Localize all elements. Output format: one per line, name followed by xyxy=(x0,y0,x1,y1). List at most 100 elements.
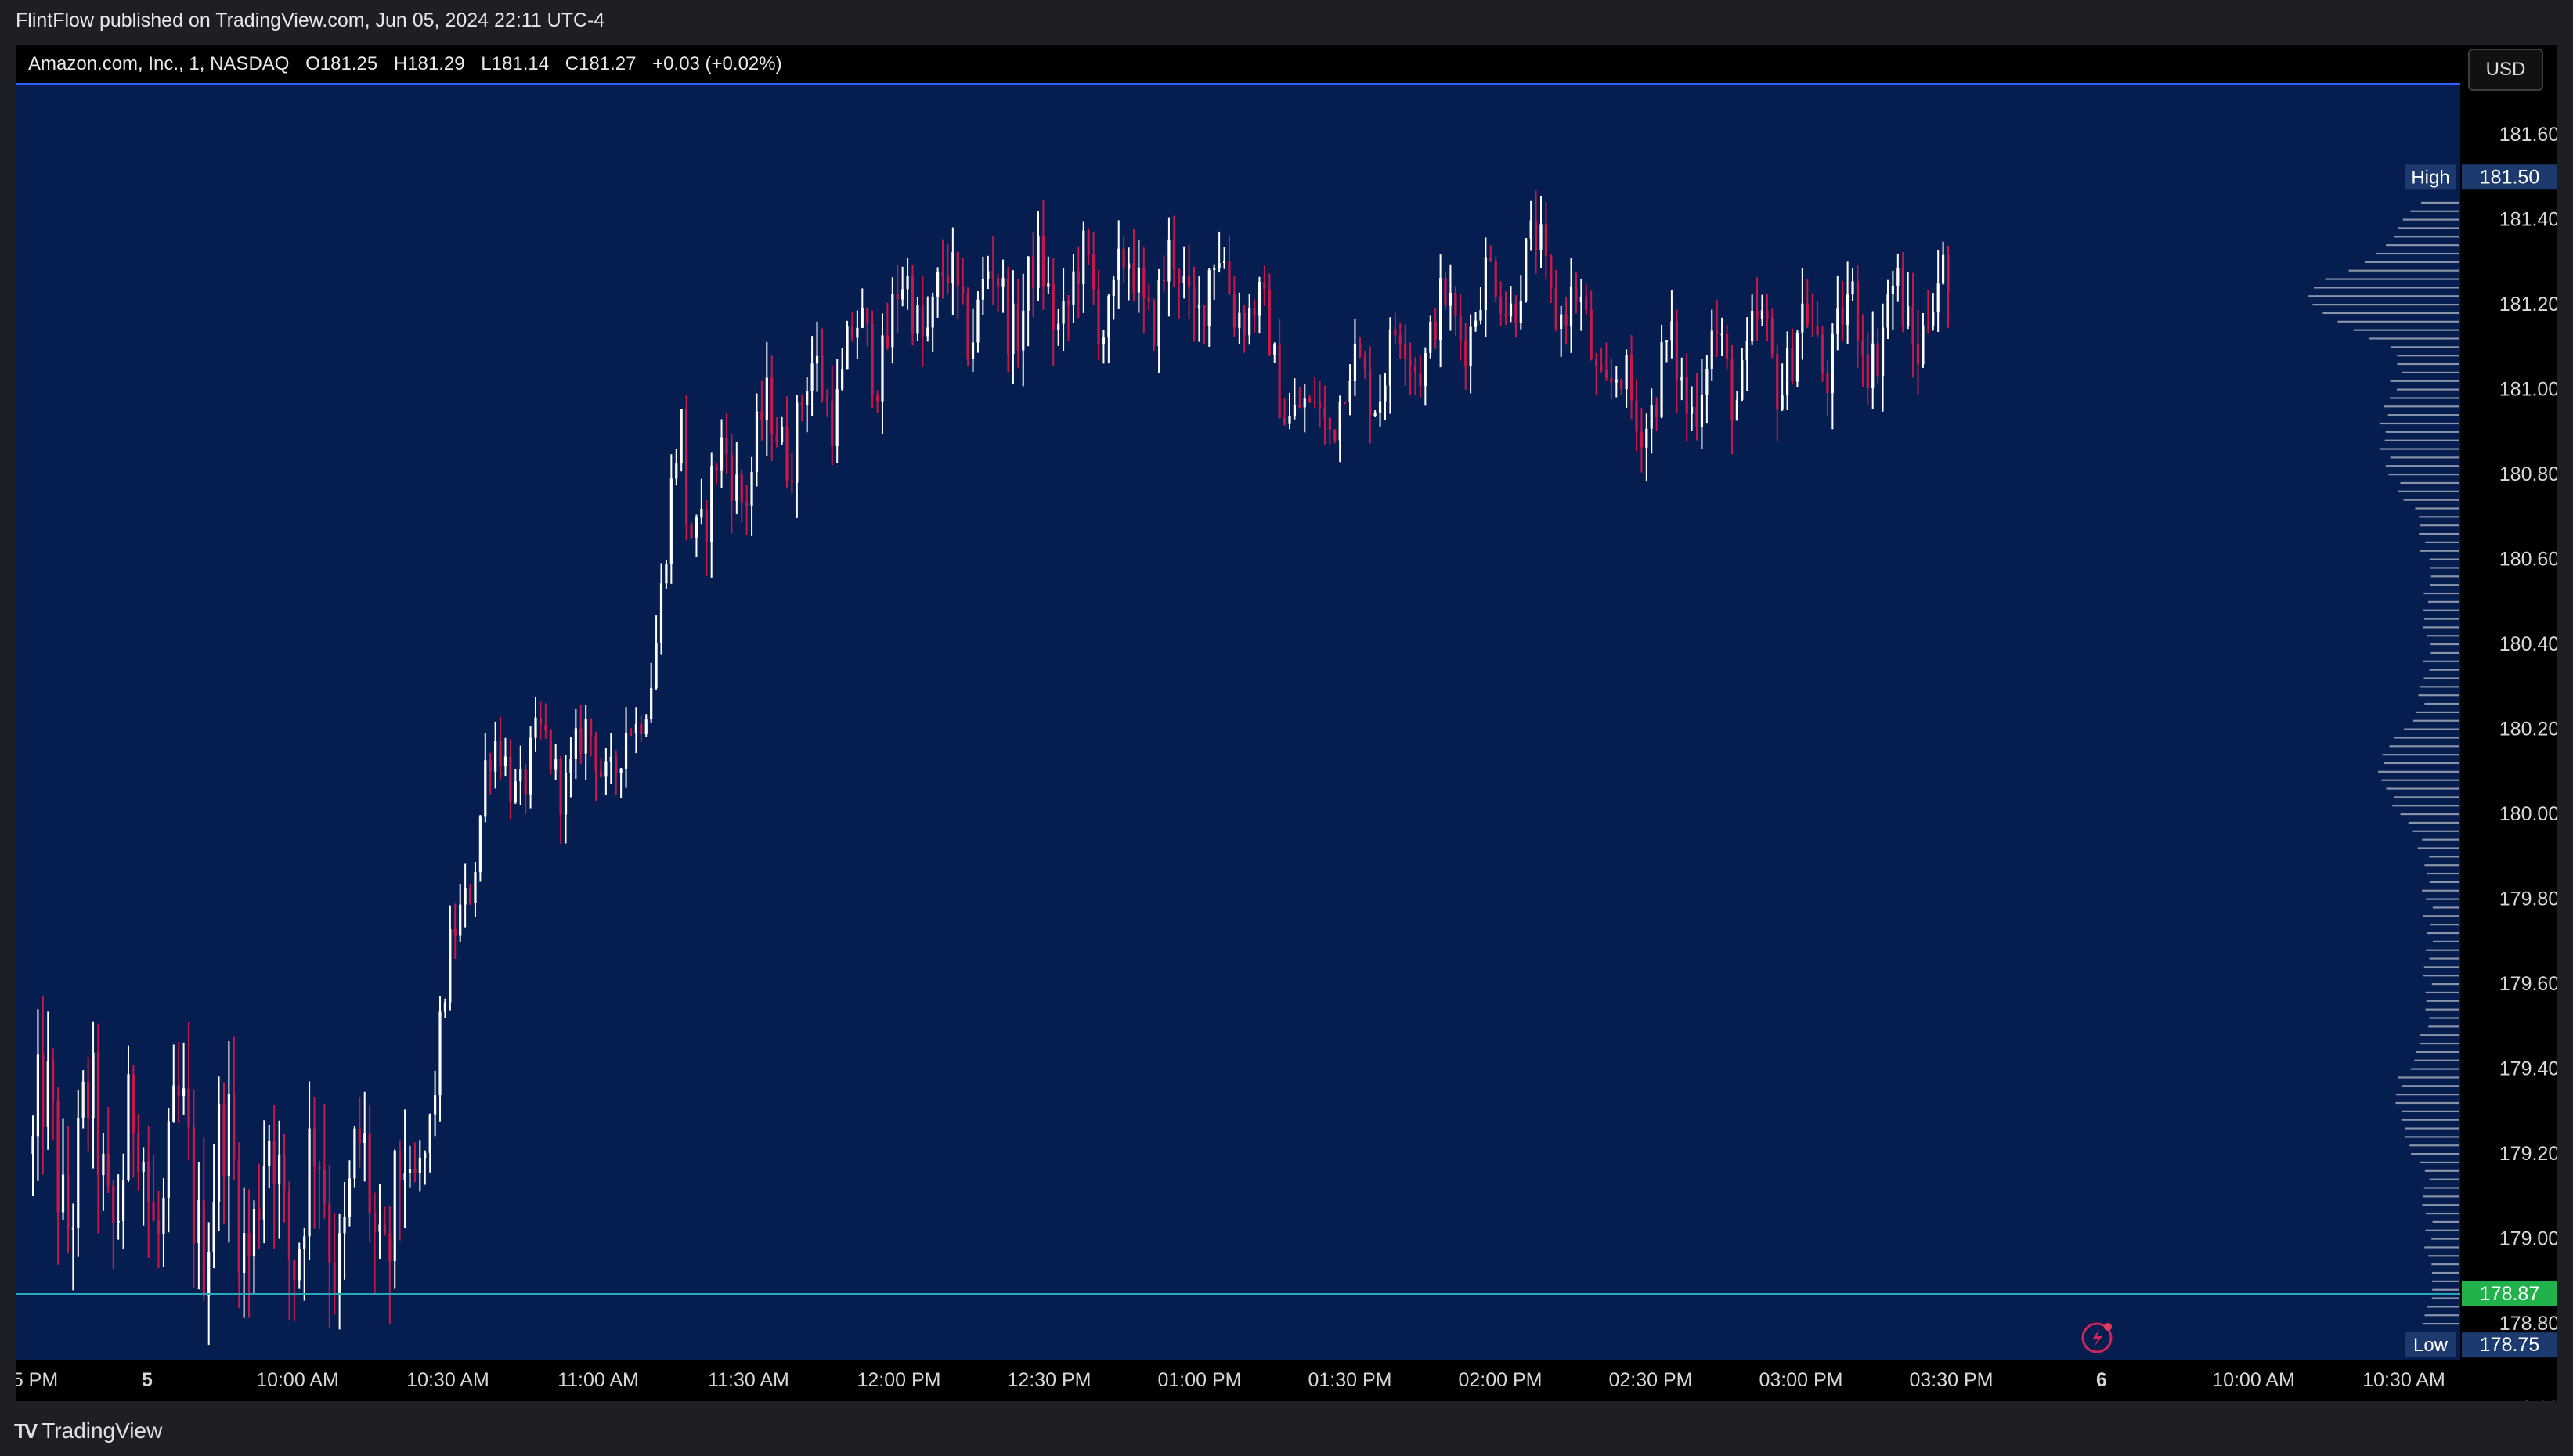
volume-profile-bar xyxy=(2379,448,2459,450)
candle-body xyxy=(640,723,643,734)
candle-body xyxy=(1932,312,1935,326)
candle-body xyxy=(705,508,708,542)
volume-profile-bar xyxy=(2402,218,2459,221)
candle-body xyxy=(312,1128,316,1167)
candle-body xyxy=(991,271,994,279)
candle-body xyxy=(1896,268,1900,286)
candle-body xyxy=(1821,334,1824,373)
candle-body xyxy=(499,741,502,766)
candle-body xyxy=(1203,305,1206,326)
open-value: O181.25 xyxy=(305,53,378,74)
price-tick-label: 179.40 xyxy=(2499,1058,2557,1080)
time-tick-label: 12:30 PM xyxy=(1007,1369,1091,1391)
tradingview-logo[interactable]: TV TradingView xyxy=(14,1418,162,1443)
candle-body xyxy=(1062,301,1065,324)
candle-body xyxy=(1464,340,1467,366)
price-tag-label: High xyxy=(2411,167,2449,188)
candle-body xyxy=(222,1104,226,1177)
candlestick-chart[interactable]: 181.60 181.40 181.20 181.00 180.80 180.60 180.… xyxy=(13,45,2559,1420)
candle-body xyxy=(1172,239,1175,270)
volume-profile-bar xyxy=(2427,1306,2459,1308)
candle-body xyxy=(971,342,975,359)
candle-body xyxy=(157,1220,161,1234)
candle-body xyxy=(56,1101,60,1213)
candle-body xyxy=(1077,271,1080,284)
time-tick-label: 6 xyxy=(2096,1369,2107,1391)
candle-body xyxy=(700,508,703,518)
low-value: L181.14 xyxy=(481,53,550,74)
candle-body xyxy=(1916,344,1920,365)
candle-body xyxy=(197,1200,200,1244)
volume-profile-bar xyxy=(2419,516,2459,518)
candle-body xyxy=(846,326,849,370)
candle-body xyxy=(715,466,718,471)
candle-body xyxy=(796,402,799,483)
volume-profile-bar xyxy=(2395,1101,2459,1105)
candle-body xyxy=(1213,268,1216,270)
candle-body xyxy=(71,1227,74,1230)
volume-profile-bar xyxy=(2420,686,2459,688)
volume-profile-bar xyxy=(2429,881,2459,883)
candle-body xyxy=(438,1011,442,1096)
volume-profile-bar xyxy=(2364,261,2459,263)
candle-body xyxy=(1394,329,1397,336)
candle-body xyxy=(1841,308,1844,326)
symbol-name[interactable]: Amazon.com, Inc., 1, NASDAQ xyxy=(28,53,289,74)
candle-body xyxy=(534,717,537,738)
volume-profile-bar xyxy=(2385,431,2459,433)
candle-body xyxy=(1178,269,1181,283)
volume-profile-bar xyxy=(2397,355,2459,357)
candle-body xyxy=(1947,254,1950,293)
candle-body xyxy=(901,289,904,300)
candle-body xyxy=(951,252,955,284)
candle-body xyxy=(1218,263,1221,268)
candle-body xyxy=(1258,282,1261,316)
candle-body xyxy=(1785,348,1789,396)
candle-body xyxy=(911,276,915,334)
candle-body xyxy=(720,437,724,471)
candle-body xyxy=(1756,311,1759,319)
candle-body xyxy=(710,466,713,542)
volume-profile-bar xyxy=(2432,1280,2459,1282)
currency-button[interactable]: USD xyxy=(2468,49,2543,91)
candle-body xyxy=(1041,235,1045,287)
candle-body xyxy=(112,1185,115,1223)
volume-profile-bar xyxy=(2404,1136,2459,1138)
candle-body xyxy=(514,781,517,803)
candle-body xyxy=(1424,353,1427,387)
candle-body xyxy=(1760,310,1764,319)
candle-body xyxy=(1942,254,1945,284)
chart-area[interactable]: 181.60 181.40 181.20 181.00 180.80 180.60 180.… xyxy=(13,45,2559,1420)
candle-body xyxy=(1419,373,1422,387)
time-tick-label: 5 xyxy=(142,1369,153,1391)
volume-profile-bar xyxy=(2432,906,2459,909)
candle-body xyxy=(1193,286,1196,309)
candle-body xyxy=(1529,220,1532,239)
volume-profile-bar xyxy=(2424,1169,2459,1172)
volume-profile-bar xyxy=(2390,397,2459,399)
candle-body xyxy=(308,1128,311,1237)
plot-background xyxy=(16,83,2460,1360)
candle-body xyxy=(494,741,497,772)
candle-body xyxy=(680,409,683,463)
candle-body xyxy=(1328,418,1331,430)
volume-profile-bar xyxy=(2429,1017,2459,1019)
candle-body xyxy=(1388,329,1391,386)
candle-body xyxy=(478,816,482,873)
candle-body xyxy=(644,719,648,734)
volume-profile-bar xyxy=(2425,541,2459,543)
volume-profile-bar xyxy=(2410,210,2459,212)
volume-profile-bar xyxy=(2394,737,2459,739)
candle-body xyxy=(1795,332,1799,382)
candle-body xyxy=(690,524,693,538)
candle-body xyxy=(1781,395,1784,410)
candle-body xyxy=(434,1095,437,1115)
volume-profile-bar xyxy=(2412,830,2459,832)
volume-profile-bar xyxy=(2392,805,2459,807)
candle-body xyxy=(790,481,794,483)
volume-profile-bar xyxy=(2419,532,2459,535)
candle-body xyxy=(1263,282,1266,290)
candle-body xyxy=(921,305,924,337)
candle-body xyxy=(806,391,809,406)
candle-body xyxy=(810,363,814,391)
